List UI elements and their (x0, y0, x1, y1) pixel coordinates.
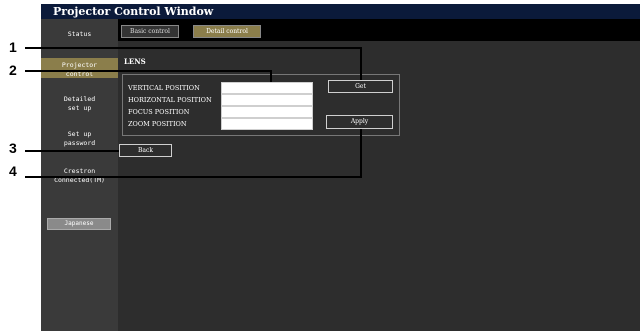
field-label-zoom-position: ZOOM POSITION (128, 120, 187, 128)
tab-basic-control[interactable]: Basic control (121, 25, 179, 38)
callout-line-4 (25, 176, 362, 178)
callout-line-4-rise (360, 129, 362, 178)
sidebar-item-label: set up (67, 104, 92, 112)
sidebar-item-detailed-setup[interactable]: Detailed set up (41, 95, 118, 113)
sidebar-item-label: password (63, 139, 96, 147)
callout-number-1: 1 (9, 39, 17, 55)
callout-line-2-drop (270, 70, 272, 82)
sidebar-item-label: Crestron (63, 167, 96, 175)
language-button[interactable]: Japanese (47, 218, 111, 230)
section-title: LENS (124, 57, 146, 66)
sidebar-item-set-up-password[interactable]: Set up password (41, 130, 118, 148)
field-label-horizontal-position: HORIZONTAL POSITION (128, 96, 212, 104)
callout-line-3 (25, 150, 119, 152)
back-button[interactable]: Back (119, 144, 172, 157)
focus-position-field[interactable] (221, 106, 313, 118)
tab-detail-control[interactable]: Detail control (193, 25, 261, 38)
window-title: Projector Control Window (41, 4, 640, 19)
sidebar-item-label: Set up (67, 130, 92, 138)
field-label-vertical-position: VERTICAL POSITION (128, 84, 200, 92)
callout-line-2 (25, 70, 272, 72)
apply-button[interactable]: Apply (326, 115, 393, 129)
sidebar-item-label: Status (67, 30, 92, 38)
callout-line-1 (25, 47, 362, 49)
vertical-position-field[interactable] (221, 82, 313, 94)
sidebar-item-label: Projector (61, 61, 98, 69)
sidebar-item-label: Detailed (63, 95, 96, 103)
field-label-focus-position: FOCUS POSITION (128, 108, 190, 116)
callout-number-4: 4 (9, 163, 17, 179)
sidebar-item-projector-control[interactable]: Projector control (41, 58, 118, 78)
get-button[interactable]: Get (328, 80, 393, 93)
zoom-position-field[interactable] (221, 118, 313, 130)
sidebar-item-status[interactable]: Status (41, 30, 118, 39)
horizontal-position-field[interactable] (221, 94, 313, 106)
callout-line-1-drop (360, 47, 362, 80)
callout-number-2: 2 (9, 62, 17, 78)
callout-number-3: 3 (9, 140, 17, 156)
